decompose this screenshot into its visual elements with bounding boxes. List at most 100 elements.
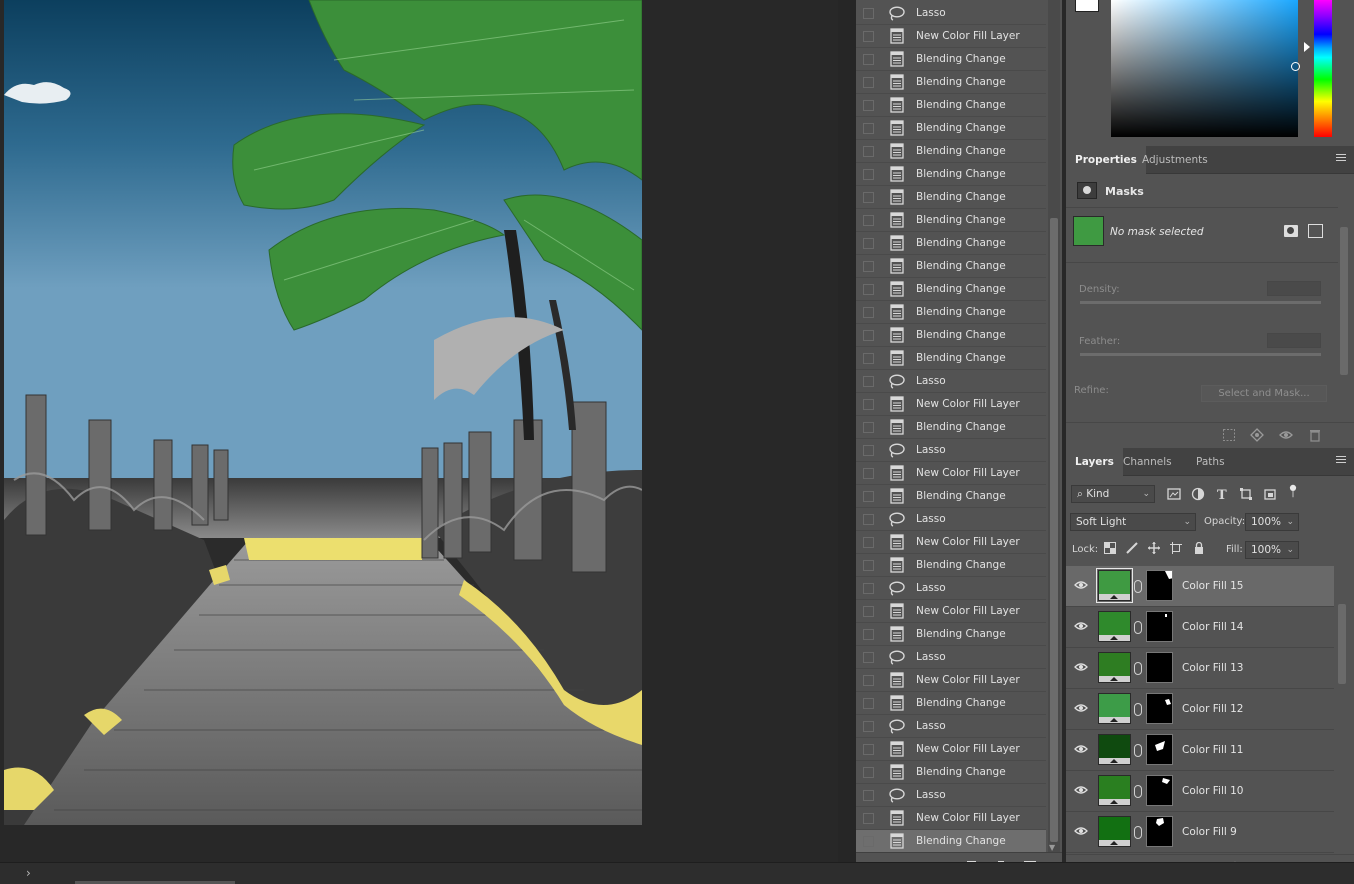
history-source-checkbox[interactable]: [863, 76, 874, 88]
eye-visibility-icon[interactable]: [1074, 580, 1088, 590]
history-state-row[interactable]: Blending Change: [856, 416, 1046, 439]
history-source-checkbox[interactable]: [863, 628, 874, 640]
delete-mask-icon[interactable]: [1308, 428, 1322, 442]
eye-visibility-icon[interactable]: [1074, 703, 1088, 713]
lock-all-icon[interactable]: [1193, 542, 1205, 554]
layer-mask-thumbnail[interactable]: [1146, 570, 1173, 601]
layer-row[interactable]: Color Fill 14: [1066, 607, 1334, 648]
history-source-checkbox[interactable]: [863, 674, 874, 686]
history-state-row[interactable]: Blending Change: [856, 186, 1046, 209]
fill-input[interactable]: 100% ⌄: [1245, 541, 1299, 559]
history-source-checkbox[interactable]: [863, 766, 874, 778]
layer-color-thumbnail[interactable]: [1098, 775, 1131, 806]
history-source-checkbox[interactable]: [863, 789, 874, 801]
history-state-row[interactable]: Blending Change: [856, 554, 1046, 577]
history-source-checkbox[interactable]: [863, 329, 874, 341]
eye-visibility-icon[interactable]: [1074, 662, 1088, 672]
history-state-row[interactable]: Blending Change: [856, 623, 1046, 646]
panel-menu-icon[interactable]: [1336, 154, 1346, 164]
smart-object-filter-icon[interactable]: [1263, 487, 1277, 501]
layer-color-thumbnail[interactable]: [1098, 693, 1131, 724]
lock-artboard-icon[interactable]: [1170, 542, 1182, 554]
history-state-row[interactable]: New Color Fill Layer: [856, 738, 1046, 761]
history-state-row[interactable]: Blending Change: [856, 140, 1046, 163]
chain-link-icon[interactable]: [1134, 785, 1142, 798]
eye-visibility-icon[interactable]: [1074, 785, 1088, 795]
history-source-checkbox[interactable]: [863, 582, 874, 594]
layer-mask-thumbnail[interactable]: [1146, 734, 1173, 765]
history-state-row[interactable]: Blending Change: [856, 830, 1046, 852]
history-source-checkbox[interactable]: [863, 260, 874, 272]
history-state-row[interactable]: New Color Fill Layer: [856, 462, 1046, 485]
layer-color-thumbnail[interactable]: [1096, 568, 1133, 603]
panel-menu-icon[interactable]: [1336, 456, 1346, 466]
history-state-row[interactable]: Lasso: [856, 2, 1046, 25]
tab-adjustments[interactable]: Adjustments: [1133, 146, 1217, 174]
history-source-checkbox[interactable]: [863, 191, 874, 203]
layer-mask-thumbnail[interactable]: [1146, 693, 1173, 724]
history-source-checkbox[interactable]: [863, 651, 874, 663]
properties-scroll-thumb[interactable]: [1340, 227, 1348, 375]
eye-visibility-icon[interactable]: [1074, 744, 1088, 754]
history-source-checkbox[interactable]: [863, 743, 874, 755]
history-state-row[interactable]: Blending Change: [856, 94, 1046, 117]
history-source-checkbox[interactable]: [863, 513, 874, 525]
chain-link-icon[interactable]: [1134, 703, 1142, 716]
adjustment-layer-filter-icon[interactable]: [1191, 487, 1205, 501]
chain-link-icon[interactable]: [1134, 744, 1142, 757]
history-state-row[interactable]: Blending Change: [856, 255, 1046, 278]
layer-row[interactable]: Color Fill 11: [1066, 730, 1334, 771]
history-state-row[interactable]: Blending Change: [856, 692, 1046, 715]
history-source-checkbox[interactable]: [863, 697, 874, 709]
layer-name[interactable]: Color Fill 10: [1182, 785, 1243, 797]
load-selection-icon[interactable]: [1222, 428, 1236, 442]
history-source-checkbox[interactable]: [863, 145, 874, 157]
history-source-checkbox[interactable]: [863, 7, 874, 19]
history-state-row[interactable]: New Color Fill Layer: [856, 25, 1046, 48]
history-source-checkbox[interactable]: [863, 605, 874, 617]
layer-row[interactable]: Color Fill 13: [1066, 648, 1334, 689]
layer-row[interactable]: Color Fill 10: [1066, 771, 1334, 812]
density-input[interactable]: [1267, 281, 1321, 296]
add-vector-mask-icon[interactable]: [1308, 224, 1323, 238]
history-source-checkbox[interactable]: [863, 30, 874, 42]
color-picker-cursor[interactable]: [1291, 62, 1300, 71]
foreground-color-swatch[interactable]: [1075, 0, 1099, 12]
history-source-checkbox[interactable]: [863, 306, 874, 318]
history-scrollbar[interactable]: ▼: [1048, 0, 1060, 852]
history-source-checkbox[interactable]: [863, 720, 874, 732]
history-source-checkbox[interactable]: [863, 536, 874, 548]
history-state-row[interactable]: New Color Fill Layer: [856, 393, 1046, 416]
layer-color-thumbnail[interactable]: [1098, 734, 1131, 765]
scroll-down-arrow-icon[interactable]: ▼: [1049, 843, 1055, 852]
layer-name[interactable]: Color Fill 12: [1182, 703, 1243, 715]
history-list[interactable]: Lasso New Color Fill Layer Blending Change…: [856, 0, 1046, 852]
history-state-row[interactable]: Blending Change: [856, 48, 1046, 71]
history-state-row[interactable]: Lasso: [856, 646, 1046, 669]
history-state-row[interactable]: Lasso: [856, 439, 1046, 462]
history-state-row[interactable]: Lasso: [856, 370, 1046, 393]
eye-visibility-icon[interactable]: [1074, 621, 1088, 631]
history-state-row[interactable]: Blending Change: [856, 324, 1046, 347]
history-source-checkbox[interactable]: [863, 559, 874, 571]
history-state-row[interactable]: New Color Fill Layer: [856, 807, 1046, 830]
layer-name[interactable]: Color Fill 11: [1182, 744, 1243, 756]
history-source-checkbox[interactable]: [863, 467, 874, 479]
layer-row[interactable]: Color Fill 12: [1066, 689, 1334, 730]
document-canvas-area[interactable]: [0, 0, 838, 862]
chain-link-icon[interactable]: [1134, 580, 1142, 593]
history-source-checkbox[interactable]: [863, 421, 874, 433]
history-source-checkbox[interactable]: [863, 444, 874, 456]
lock-image-pixels-icon[interactable]: [1126, 542, 1138, 554]
history-source-checkbox[interactable]: [863, 835, 874, 847]
layer-name[interactable]: Color Fill 14: [1182, 621, 1243, 633]
filter-toggle-icon[interactable]: [1286, 484, 1300, 498]
history-source-checkbox[interactable]: [863, 237, 874, 249]
history-state-row[interactable]: Blending Change: [856, 485, 1046, 508]
chain-link-icon[interactable]: [1134, 621, 1142, 634]
layer-row[interactable]: Color Fill 15: [1066, 566, 1334, 607]
history-state-row[interactable]: Lasso: [856, 715, 1046, 738]
color-saturation-field[interactable]: [1111, 0, 1300, 137]
chain-link-icon[interactable]: [1134, 662, 1142, 675]
history-source-checkbox[interactable]: [863, 53, 874, 65]
